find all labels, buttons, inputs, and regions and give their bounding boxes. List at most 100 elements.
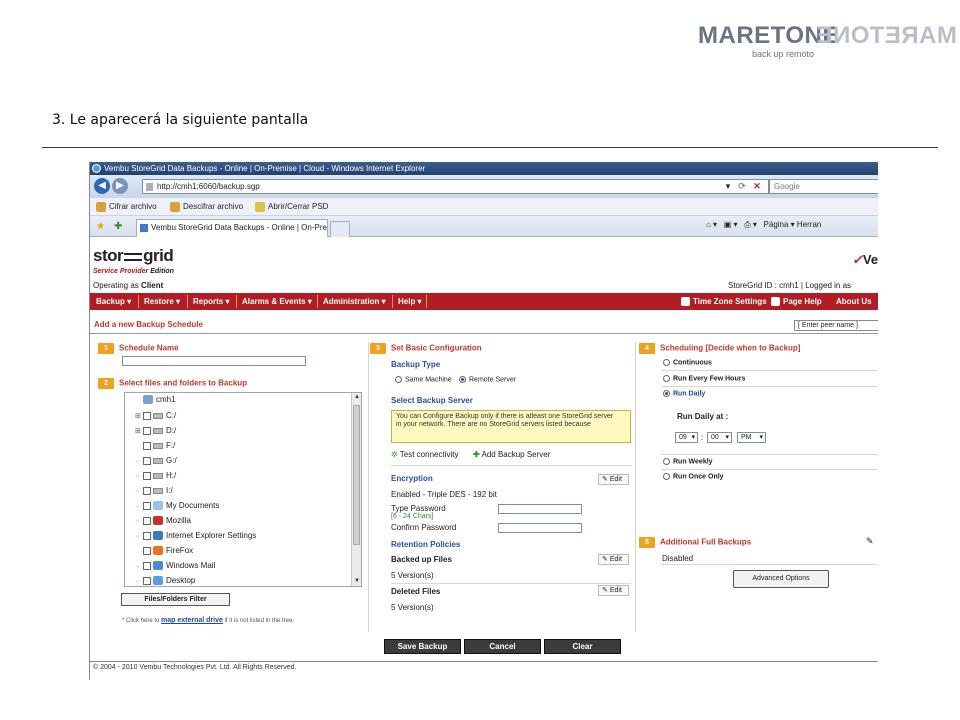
menu-alarms-events[interactable]: Alarms & Events ▾: [242, 297, 312, 306]
home-icon[interactable]: ⌂ ▾: [706, 220, 717, 229]
confirm-password-input[interactable]: [498, 523, 582, 533]
browser-title: Vembu StoreGrid Data Backups - Online | …: [104, 164, 426, 173]
stop-icon[interactable]: ✕: [751, 179, 763, 194]
tree-item[interactable]: ·· Windows Mail: [135, 560, 215, 572]
hour-select[interactable]: 09: [675, 432, 698, 443]
decrypt-file-button[interactable]: Descifrar archivo: [170, 201, 243, 213]
tree-item[interactable]: ⊞ D:/: [135, 425, 176, 437]
cancel-button[interactable]: Cancel: [464, 639, 541, 654]
tree-item[interactable]: FireFox: [135, 545, 193, 557]
encrypt-file-button[interactable]: Cifrar archivo: [96, 201, 157, 213]
map-external-drive-link[interactable]: map external drive: [161, 617, 223, 624]
checkbox[interactable]: [143, 501, 151, 510]
tree-connector: ··: [135, 563, 140, 570]
edit-encryption-button[interactable]: ✎ Edit: [598, 474, 629, 485]
menu-restore[interactable]: Restore ▾: [144, 297, 180, 306]
tree-item[interactable]: ·· Internet Explorer Settings: [135, 530, 256, 542]
tree-item[interactable]: ·· I:/: [135, 485, 173, 497]
test-connectivity-link[interactable]: ✲ Test connectivity: [391, 450, 458, 459]
radio[interactable]: [459, 376, 466, 383]
checkbox[interactable]: [143, 561, 151, 570]
tree-item[interactable]: ·· Mozilla: [135, 515, 191, 527]
clear-button[interactable]: Clear: [544, 639, 621, 654]
tree-item[interactable]: F:/: [135, 440, 175, 452]
edit-deleted-files-button[interactable]: ✎ Edit: [598, 585, 629, 596]
open-close-psd-button[interactable]: Abrir/Cerrar PSD: [255, 201, 328, 213]
dropdown-arrow-icon[interactable]: ▾: [722, 179, 734, 194]
tree-item[interactable]: cmh1: [143, 394, 176, 406]
pencil-icon[interactable]: ✎: [866, 536, 874, 547]
menu-backup[interactable]: Backup ▾: [96, 297, 131, 306]
feeds-icon[interactable]: ▣ ▾: [724, 220, 738, 229]
page-help-link[interactable]: Page Help: [771, 297, 822, 307]
run-once-only-option[interactable]: Run Once Only: [663, 473, 724, 480]
vembu-text: Ve: [862, 252, 878, 267]
add-favorites-icon[interactable]: ✚: [114, 221, 122, 232]
operating-as: Operating as Client: [93, 281, 163, 290]
radio[interactable]: [663, 458, 670, 465]
scroll-thumb[interactable]: [353, 405, 360, 545]
ampm-select[interactable]: PM: [737, 432, 766, 443]
new-tab-button[interactable]: [330, 221, 350, 237]
about-us-link[interactable]: About Us: [836, 297, 872, 306]
schedule-heading-bar: Add a new Backup Schedule [ Enter peer n…: [90, 320, 878, 332]
time-zone-settings-link[interactable]: Time Zone Settings: [681, 297, 767, 307]
menu-separator: [392, 295, 393, 308]
radio[interactable]: [663, 375, 670, 382]
radio[interactable]: [663, 473, 670, 480]
tree-item[interactable]: ·· My Documents: [135, 500, 219, 512]
menu-administration[interactable]: Administration ▾: [323, 297, 386, 306]
peer-name-select[interactable]: [ Enter peer name ]: [794, 320, 878, 331]
tree-item[interactable]: ⊞ C:/: [135, 410, 176, 422]
scroll-up-icon[interactable]: ▲: [352, 393, 361, 402]
file-tree[interactable]: cmh1 ⊞ C:/ ⊞ D:/ F:/ ·· G:/ ·· H:/ ·· I:/ ·· M…: [124, 392, 362, 587]
address-bar[interactable]: http://cmh1:6060/backup.sgp: [142, 179, 769, 194]
radio[interactable]: [663, 359, 670, 366]
tree-scrollbar[interactable]: ▲ ▼: [351, 393, 361, 586]
menu-reports[interactable]: Reports ▾: [193, 297, 229, 306]
continuous-option[interactable]: Continuous: [663, 359, 712, 366]
expand-icon[interactable]: ⊞: [135, 426, 143, 438]
tree-item-label: H:/: [166, 471, 177, 480]
scroll-down-icon[interactable]: ▼: [352, 577, 361, 586]
forward-arrow-icon[interactable]: ▶: [112, 178, 128, 194]
refresh-icon[interactable]: ⟳: [736, 179, 748, 194]
search-input[interactable]: Google: [769, 179, 878, 194]
checkbox[interactable]: [143, 576, 151, 585]
checkbox[interactable]: [143, 471, 151, 480]
type-password-input[interactable]: [498, 504, 582, 514]
checkbox[interactable]: [143, 486, 151, 495]
advanced-options-button[interactable]: Advanced Options: [733, 570, 829, 588]
expand-icon[interactable]: ⊞: [135, 411, 143, 423]
remote-server-option[interactable]: Remote Server: [459, 376, 516, 383]
minute-select[interactable]: 00: [707, 432, 732, 443]
tree-item[interactable]: ·· Desktop: [135, 575, 195, 586]
same-machine-option[interactable]: Same Machine: [395, 376, 452, 383]
every-few-hours-option[interactable]: Run Every Few Hours: [663, 375, 745, 382]
radio[interactable]: [395, 376, 402, 383]
run-weekly-option[interactable]: Run Weekly: [663, 458, 713, 465]
checkbox[interactable]: [143, 546, 151, 555]
tab-storegrid[interactable]: Vembu StoreGrid Data Backups - Online | …: [136, 219, 328, 237]
save-backup-button[interactable]: Save Backup: [384, 639, 461, 654]
files-folders-filter-button[interactable]: Files/Folders Filter: [121, 593, 230, 606]
run-daily-option[interactable]: Run Daily: [663, 390, 705, 397]
checkbox[interactable]: [143, 411, 151, 420]
radio[interactable]: [663, 390, 670, 397]
schedule-name-input[interactable]: [122, 356, 306, 366]
tree-item[interactable]: ·· G:/: [135, 455, 177, 467]
checkbox[interactable]: [143, 531, 151, 540]
checkbox[interactable]: [143, 441, 151, 450]
checkbox[interactable]: [143, 516, 151, 525]
checkbox[interactable]: [143, 426, 151, 435]
menu-help[interactable]: Help ▾: [398, 297, 422, 306]
menu-separator: [317, 295, 318, 308]
page-menu[interactable]: Página ▾ Herran: [764, 220, 822, 229]
checkbox[interactable]: [143, 456, 151, 465]
add-backup-server-link[interactable]: ✚ Add Backup Server: [473, 450, 550, 459]
favorites-star-icon[interactable]: ★: [96, 221, 105, 232]
print-icon[interactable]: ⎙ ▾: [744, 220, 757, 229]
tree-item[interactable]: ·· H:/: [135, 470, 176, 482]
back-arrow-icon[interactable]: ◀: [94, 178, 110, 194]
edit-backed-up-files-button[interactable]: ✎ Edit: [598, 554, 629, 565]
